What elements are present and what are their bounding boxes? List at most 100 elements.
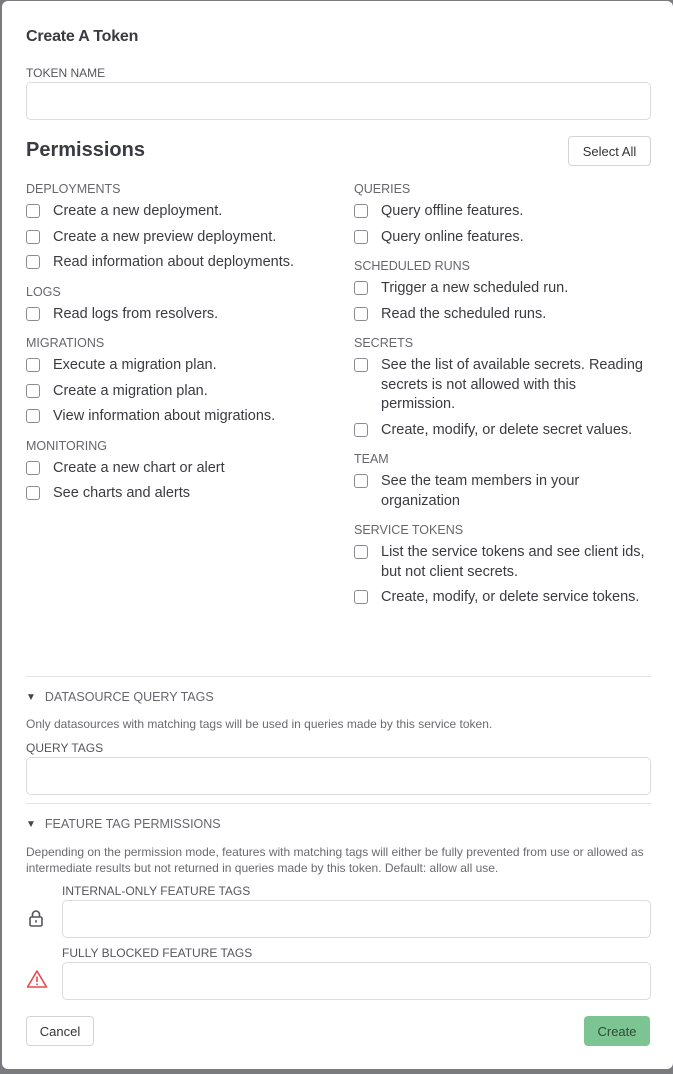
blocked-tags-label: FULLY BLOCKED FEATURE TAGS (62, 946, 253, 960)
permission-checkbox[interactable] (26, 229, 40, 244)
permission-item-label: Create a migration plan. (53, 382, 208, 399)
feature-tags-description: Depending on the permission mode, featur… (26, 845, 644, 875)
permission-item-label: See the team members in your organizatio… (381, 473, 580, 509)
permission-item[interactable]: Create a new chart or alert (26, 459, 326, 479)
permission-checkbox[interactable] (26, 383, 40, 398)
datasource-tags-summary: DATASOURCE QUERY TAGS (44, 690, 214, 704)
permission-item[interactable]: Create, modify, or delete secret values. (354, 421, 654, 441)
permission-item-label: Create, modify, or delete service tokens… (381, 589, 640, 605)
permission-item[interactable]: See the team members in your organizatio… (354, 472, 654, 511)
permissions-title: Permissions (26, 139, 145, 161)
feature-tags-summary: FEATURE TAG PERMISSIONS (44, 817, 221, 831)
permission-checkbox[interactable] (354, 204, 368, 218)
warning-triangle-icon (26, 969, 48, 989)
permission-checkbox[interactable] (26, 255, 40, 269)
permission-checkbox[interactable] (354, 422, 368, 437)
permission-checkbox[interactable] (354, 590, 368, 604)
permission-item[interactable]: See the list of available secrets. Readi… (354, 356, 654, 415)
permission-group-label: LOGS (26, 284, 61, 299)
permission-group: MIGRATIONS Execute a migration plan. Creat… (26, 334, 326, 427)
permission-item-label: View information about migrations. (53, 408, 276, 424)
permission-checkbox[interactable] (354, 545, 368, 559)
permission-checkbox[interactable] (354, 358, 368, 372)
create-token-modal: Create A Token TOKEN NAME Permissions Se… (2, 1, 673, 1069)
triangle-down-icon: ▼ (26, 818, 36, 830)
divider (26, 676, 651, 677)
permission-checkbox[interactable] (26, 358, 40, 372)
permission-item[interactable]: Read information about deployments. (26, 253, 326, 273)
permission-checkbox[interactable] (354, 306, 368, 321)
permission-checkbox[interactable] (26, 460, 40, 475)
permission-checkbox[interactable] (26, 306, 40, 321)
token-name-input[interactable] (26, 82, 651, 120)
permission-group: MONITORING Create a new chart or alert See… (26, 437, 326, 504)
permission-item-label: Query online features. (381, 228, 524, 245)
permission-group: SCHEDULED RUNS Trigger a new scheduled ru… (354, 257, 654, 324)
permission-group-label: MONITORING (26, 438, 108, 453)
permission-checkbox[interactable] (354, 474, 368, 488)
internal-tags-label: INTERNAL-ONLY FEATURE TAGS (62, 884, 251, 898)
permission-item-label: Create a new deployment. (53, 203, 223, 219)
permission-item-label: Execute a migration plan. (53, 357, 217, 373)
permission-item-label: See charts and alerts (53, 485, 191, 501)
select-all-button[interactable]: Select All (568, 136, 651, 166)
permission-item-label: Trigger a new scheduled run. (381, 280, 569, 296)
permission-group-label: SECRETS (354, 336, 414, 350)
permission-item-label: List the service tokens and see client i… (381, 544, 645, 580)
permission-item-label: Read logs from resolvers. (53, 305, 219, 322)
create-button[interactable]: Create (584, 1016, 650, 1046)
permission-group: SECRETS See the list of available secrets… (354, 334, 654, 440)
blocked-tags-input[interactable] (62, 962, 651, 1000)
internal-tags-input[interactable] (62, 900, 651, 938)
permission-checkbox[interactable] (26, 486, 40, 500)
permission-item[interactable]: Read logs from resolvers. (26, 305, 326, 325)
permission-item[interactable]: See charts and alerts (26, 484, 326, 504)
lock-icon (26, 908, 46, 928)
permission-group-label: MIGRATIONS (26, 336, 105, 350)
permission-group: DEPLOYMENTS Create a new deployment. Creat… (26, 180, 326, 273)
permission-group-label: SERVICE TOKENS (354, 523, 464, 537)
permission-group-label: TEAM (354, 452, 389, 466)
permission-item-label: Query offline features. (381, 203, 524, 219)
permission-item-label: Create a new preview deployment. (53, 228, 277, 245)
permission-checkbox[interactable] (354, 229, 368, 244)
permission-item[interactable]: Query online features. (354, 228, 654, 248)
permission-group: SERVICE TOKENS List the service tokens an… (354, 521, 654, 608)
permission-item-label: Read information about deployments. (53, 254, 295, 270)
permission-group: LOGS Read logs from resolvers. (26, 283, 326, 325)
permission-item[interactable]: Execute a migration plan. (26, 356, 326, 376)
permissions-right-column: QUERIES Query offline features. Query onli… (354, 180, 654, 618)
cancel-button[interactable]: Cancel (26, 1016, 94, 1046)
permission-group: TEAM See the team members in your organiz… (354, 450, 654, 511)
token-name-label: TOKEN NAME (26, 66, 106, 80)
datasource-tags-toggle[interactable]: ▼ DATASOURCE QUERY TAGS (26, 690, 214, 704)
triangle-down-icon: ▼ (26, 691, 36, 703)
permission-item[interactable]: Query offline features. (354, 202, 654, 222)
permission-group-label: SCHEDULED RUNS (354, 259, 470, 273)
modal-title: Create A Token (26, 28, 139, 45)
query-tags-input[interactable] (26, 757, 651, 795)
permission-item-label: Create, modify, or delete secret values. (381, 421, 633, 438)
query-tags-label: QUERY TAGS (26, 741, 104, 755)
permission-item[interactable]: List the service tokens and see client i… (354, 543, 654, 582)
permission-checkbox[interactable] (354, 281, 368, 295)
permission-checkbox[interactable] (26, 409, 40, 423)
permission-group-label: DEPLOYMENTS (26, 182, 121, 196)
permission-item[interactable]: View information about migrations. (26, 407, 326, 427)
permission-group: QUERIES Query offline features. Query onli… (354, 180, 654, 247)
permission-item-label: Read the scheduled runs. (381, 305, 547, 322)
permission-group-label: QUERIES (354, 182, 411, 196)
permission-item[interactable]: Create a new preview deployment. (26, 228, 326, 248)
permission-item[interactable]: Create, modify, or delete service tokens… (354, 588, 654, 608)
permission-checkbox[interactable] (26, 204, 40, 218)
permission-item[interactable]: Read the scheduled runs. (354, 305, 654, 325)
datasource-tags-description: Only datasources with matching tags will… (26, 717, 493, 731)
permission-item[interactable]: Create a migration plan. (26, 382, 326, 402)
permission-item[interactable]: Create a new deployment. (26, 202, 326, 222)
permission-item-label: Create a new chart or alert (53, 459, 225, 476)
divider (26, 803, 651, 804)
feature-tags-toggle[interactable]: ▼ FEATURE TAG PERMISSIONS (26, 817, 221, 831)
permissions-left-column: DEPLOYMENTS Create a new deployment. Creat… (26, 180, 326, 514)
permission-item[interactable]: Trigger a new scheduled run. (354, 279, 654, 299)
permission-item-label: See the list of available secrets. Readi… (381, 357, 643, 412)
